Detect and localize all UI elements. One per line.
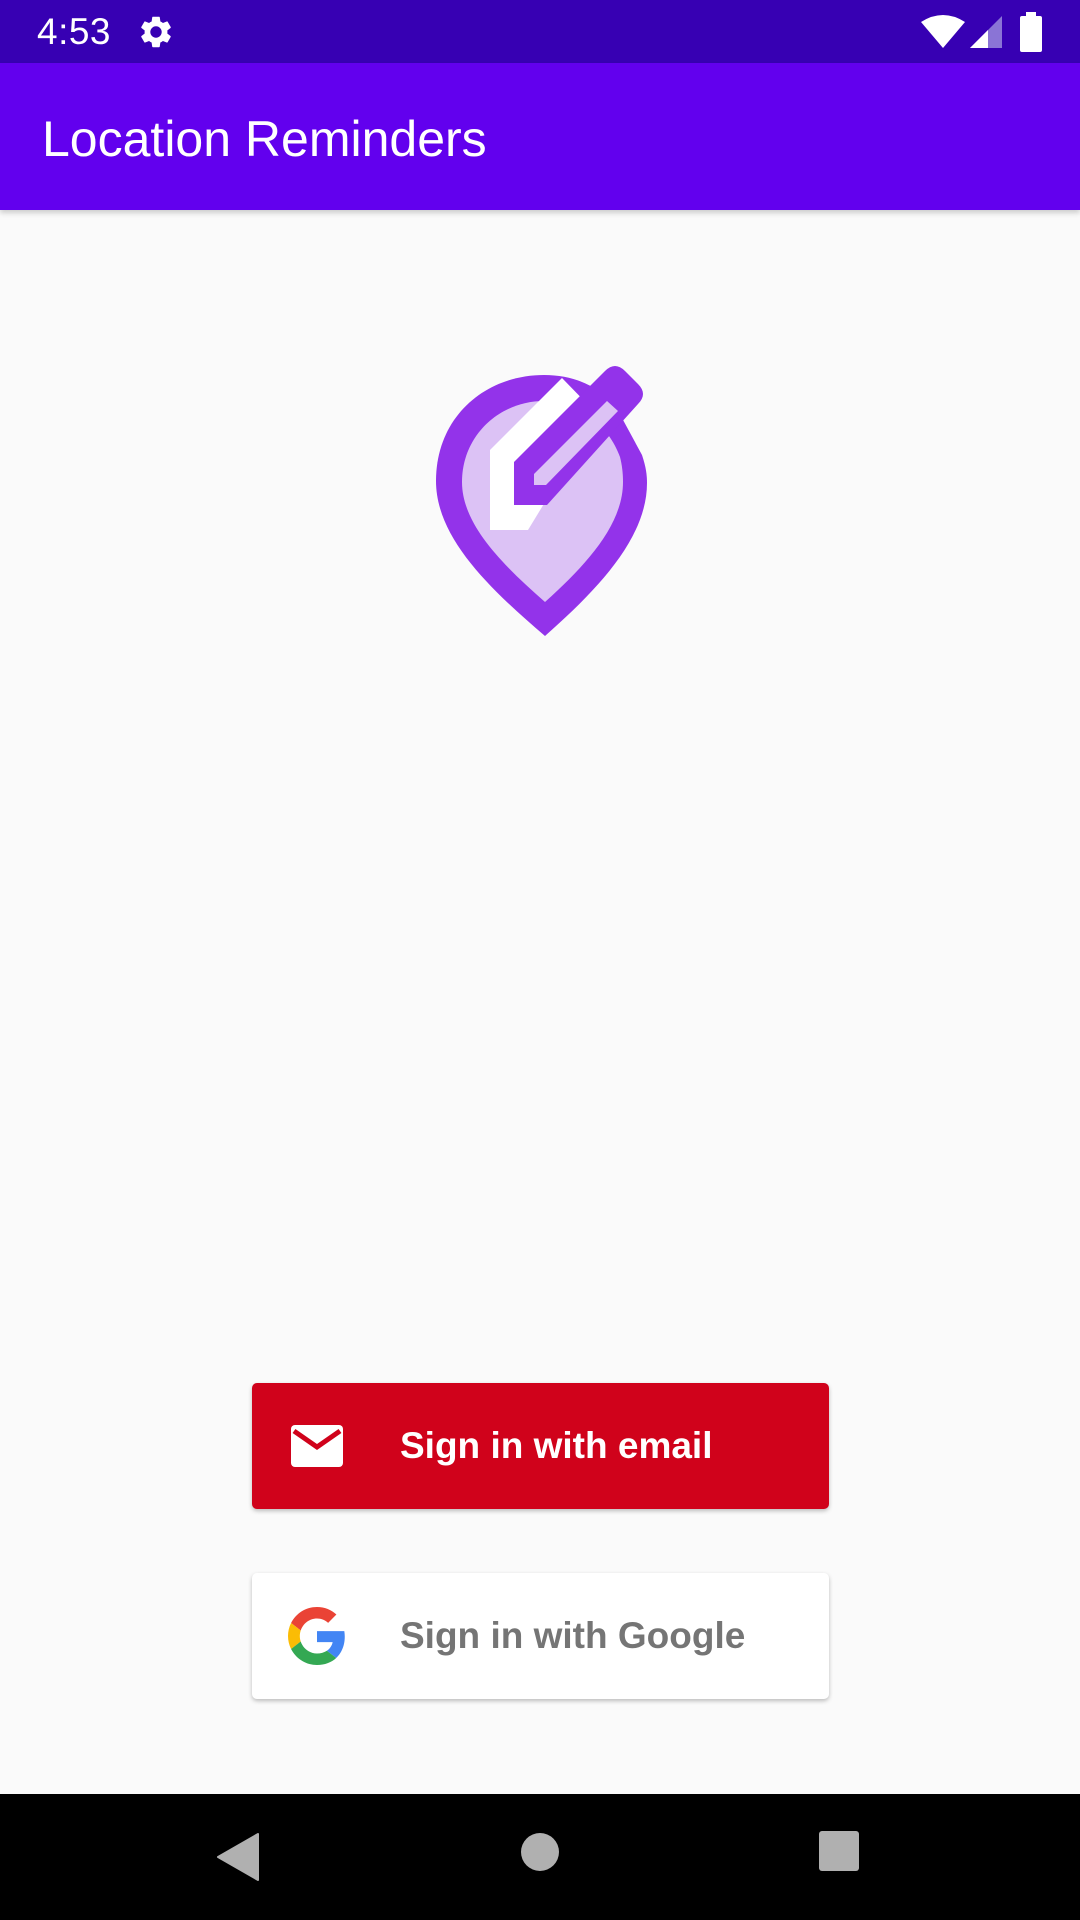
- home-icon[interactable]: [520, 1832, 560, 1872]
- google-g-icon: [288, 1607, 345, 1665]
- wifi-icon: [921, 15, 965, 48]
- app-title: Location Reminders: [42, 111, 487, 167]
- gear-icon: [141, 16, 171, 48]
- mail-icon: [291, 1425, 343, 1467]
- status-time: 4:53: [37, 11, 112, 52]
- location-pin-pencil-icon: [436, 366, 647, 636]
- signal-icon: [970, 16, 1002, 48]
- sign-in-google-label: Sign in with Google: [400, 1615, 746, 1656]
- login-screen: 4:53 Location Reminders Sign in with ema…: [0, 0, 1080, 1920]
- sign-in-email-button[interactable]: Sign in with email: [252, 1383, 829, 1509]
- status-bar: 4:53: [0, 0, 1080, 63]
- battery-icon: [1020, 12, 1042, 52]
- sign-in-google-button[interactable]: Sign in with Google: [252, 1573, 829, 1699]
- recent-apps-icon[interactable]: [818, 1830, 860, 1872]
- sign-in-email-label: Sign in with email: [400, 1425, 713, 1466]
- back-icon[interactable]: [216, 1832, 260, 1882]
- navigation-bar: [0, 1794, 1080, 1920]
- app-bar: Location Reminders: [0, 63, 1080, 210]
